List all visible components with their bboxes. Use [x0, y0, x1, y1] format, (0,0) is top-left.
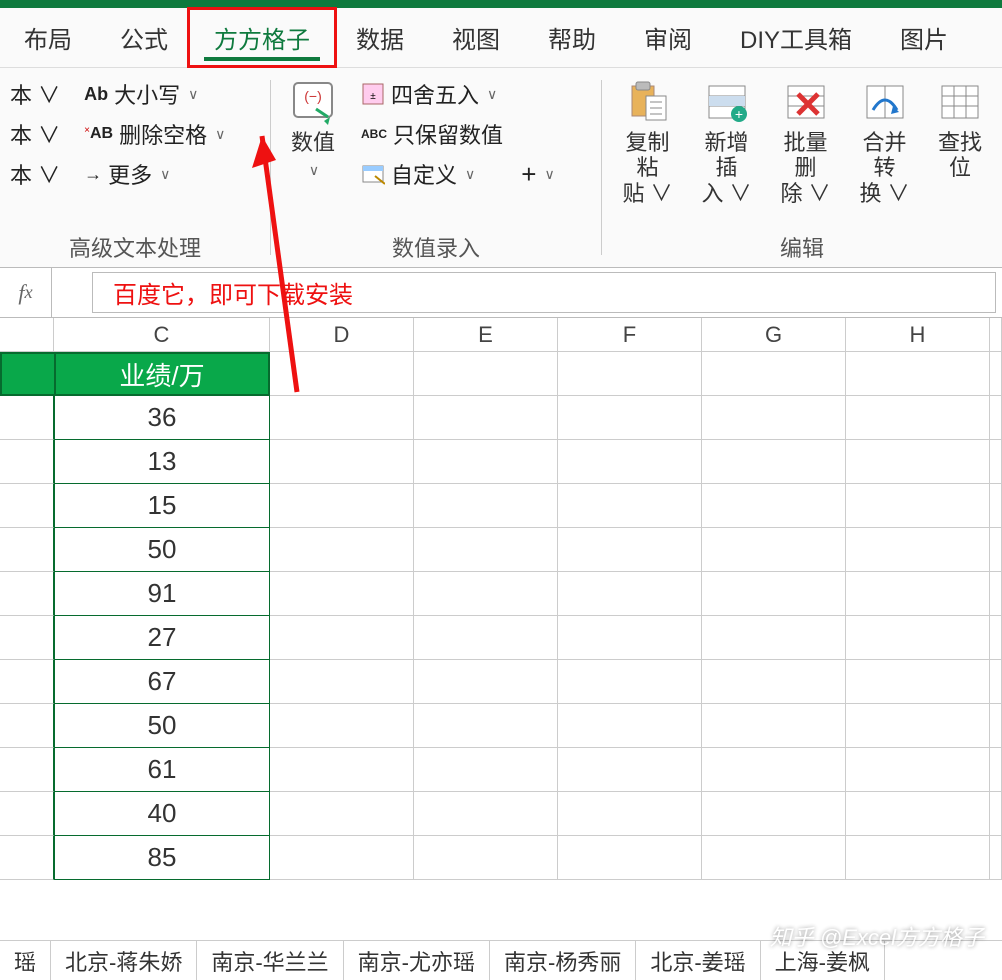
clipboard-paste-icon: [624, 78, 672, 126]
data-cell[interactable]: 67: [54, 660, 270, 704]
ribbon: 本 ∨ 本 ∨ 本 ∨ Ab 大小写∨ ×AB 删除空格∨ → 更多∨ 高级文本: [0, 68, 1002, 268]
tab-help[interactable]: 帮助: [524, 20, 620, 55]
tab-image[interactable]: 图片: [876, 20, 972, 55]
round-icon: ±: [361, 82, 385, 106]
group-title-edit: 编辑: [612, 227, 992, 265]
data-cell[interactable]: 61: [54, 748, 270, 792]
round-button[interactable]: ± 四舍五入∨: [361, 78, 555, 110]
tab-review[interactable]: 审阅: [620, 20, 716, 55]
sheet-tab[interactable]: 瑶: [0, 941, 51, 980]
svg-text:+: +: [734, 106, 742, 122]
delete-x-icon: [782, 78, 830, 126]
case-icon: Ab: [84, 84, 108, 105]
copy-paste-button[interactable]: 复制粘贴 ∨: [612, 74, 683, 210]
svg-text:(−): (−): [304, 88, 322, 104]
data-cell[interactable]: 13: [54, 440, 270, 484]
arrow-right-icon: →: [84, 164, 102, 185]
tab-data[interactable]: 数据: [332, 20, 428, 55]
col-header[interactable]: [990, 318, 1002, 352]
plus-button[interactable]: +: [521, 159, 536, 190]
text-abc-icon: ABC: [361, 127, 387, 141]
data-cell[interactable]: 85: [54, 836, 270, 880]
tab-view[interactable]: 视图: [428, 20, 524, 55]
svg-text:±: ±: [370, 91, 376, 102]
delete-space-button[interactable]: ×AB 删除空格∨: [84, 118, 225, 150]
text-opt-1[interactable]: 本 ∨: [10, 78, 60, 110]
sheet-tab[interactable]: 南京-杨秀丽: [490, 941, 636, 980]
insert-row-icon: +: [703, 78, 751, 126]
text-opt-3[interactable]: 本 ∨: [10, 158, 60, 190]
tab-layout[interactable]: 布局: [0, 20, 96, 55]
group-title-number: 数值录入: [281, 227, 591, 265]
data-cell[interactable]: 36: [54, 396, 270, 440]
col-header[interactable]: C: [54, 318, 270, 352]
formula-input[interactable]: 百度它，即可下载安装: [92, 272, 996, 313]
data-cell[interactable]: 15: [54, 484, 270, 528]
data-cell[interactable]: 40: [54, 792, 270, 836]
sheet-tab[interactable]: 南京-华兰兰: [197, 941, 343, 980]
batch-delete-button[interactable]: 批量删除 ∨: [770, 74, 841, 210]
sheet-tab[interactable]: 北京-蒋朱娇: [51, 941, 197, 980]
col-header[interactable]: F: [558, 318, 702, 352]
number-button[interactable]: (−) 数值∨: [281, 74, 345, 185]
text-opt-2[interactable]: 本 ∨: [10, 118, 60, 150]
group-title-text: 高级文本处理: [10, 227, 260, 265]
keep-number-button[interactable]: ABC 只保留数值: [361, 118, 555, 150]
merge-convert-button[interactable]: 合并转换 ∨: [849, 74, 920, 210]
merge-icon: [861, 78, 909, 126]
tab-formula[interactable]: 公式: [96, 20, 192, 55]
data-cell[interactable]: 50: [54, 704, 270, 748]
sheet-tab[interactable]: 北京-姜瑶: [636, 941, 760, 980]
data-cell[interactable]: 27: [54, 616, 270, 660]
col-header[interactable]: E: [414, 318, 558, 352]
spreadsheet-grid[interactable]: C D E F G H 业绩/万3613155091276750614085: [0, 318, 1002, 918]
custom-button[interactable]: 自定义∨ +∨: [361, 158, 555, 190]
col-header[interactable]: D: [270, 318, 414, 352]
find-locate-button[interactable]: 查找位: [928, 74, 992, 185]
data-cell[interactable]: 91: [54, 572, 270, 616]
insert-button[interactable]: + 新增插入 ∨: [691, 74, 762, 210]
data-cell[interactable]: 50: [54, 528, 270, 572]
cell-header[interactable]: 业绩/万: [54, 352, 270, 396]
fx-icon[interactable]: fx: [0, 268, 52, 317]
watermark: 知乎 @Excel方方格子: [770, 920, 984, 952]
delete-space-icon: ×AB: [84, 125, 113, 143]
tab-ffgz[interactable]: 方方格子: [192, 12, 332, 63]
case-button[interactable]: Ab 大小写∨: [84, 78, 225, 110]
col-header[interactable]: H: [846, 318, 990, 352]
find-icon: [936, 78, 984, 126]
tab-diy[interactable]: DIY工具箱: [716, 20, 876, 55]
more-button[interactable]: → 更多∨: [84, 158, 225, 190]
formula-bar: fx 百度它，即可下载安装: [0, 268, 1002, 318]
custom-icon: [361, 162, 385, 186]
col-header[interactable]: G: [702, 318, 846, 352]
number-icon: (−): [289, 78, 337, 126]
ribbon-tabs: 布局 公式 方方格子 数据 视图 帮助 审阅 DIY工具箱 图片: [0, 8, 1002, 68]
corner-cell[interactable]: [0, 318, 54, 352]
sheet-tab[interactable]: 南京-尤亦瑶: [344, 941, 490, 980]
